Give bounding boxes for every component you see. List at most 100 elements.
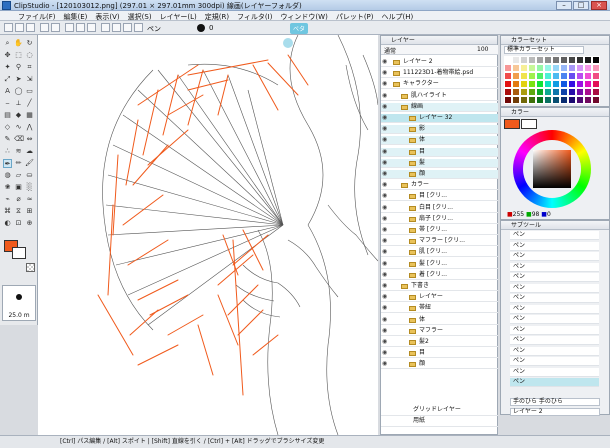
frame-icon[interactable]: ▭ xyxy=(25,87,34,96)
spray-icon[interactable]: ∴ xyxy=(3,147,12,156)
object-icon[interactable]: ➤ xyxy=(14,75,23,84)
color-swatch[interactable] xyxy=(568,80,576,88)
visibility-eye-icon[interactable]: ◉ xyxy=(382,361,389,367)
brush-size-preview[interactable]: 25.0 m xyxy=(2,285,36,321)
vector-eraser-icon[interactable]: ⌫ xyxy=(14,135,24,144)
balloon-icon[interactable]: ◯ xyxy=(14,87,23,96)
subtool-item[interactable]: ペン xyxy=(510,241,599,251)
layer-row[interactable]: ◉ 髪2 xyxy=(381,338,498,347)
view-icon[interactable]: ◐ xyxy=(3,219,12,228)
color-swatch[interactable] xyxy=(552,80,560,88)
color-swatch[interactable] xyxy=(536,80,544,88)
color-swatch[interactable] xyxy=(528,88,536,96)
layer-row[interactable]: ◉ 肌ハイライト xyxy=(381,92,498,101)
visibility-eye-icon[interactable]: ◉ xyxy=(382,70,389,76)
visibility-eye-icon[interactable]: ◉ xyxy=(382,81,389,87)
visibility-eye-icon[interactable]: ◉ xyxy=(382,171,389,177)
color-swatch[interactable] xyxy=(592,88,600,96)
visibility-eye-icon[interactable]: ◉ xyxy=(382,327,389,334)
visibility-eye-icon[interactable]: ◉ xyxy=(382,350,389,356)
eyedropper-icon[interactable]: ⚲ xyxy=(14,63,23,72)
guide-icon[interactable]: ⊞ xyxy=(25,207,34,216)
menu-help[interactable]: ヘルプ(H) xyxy=(378,11,418,21)
menu-select[interactable]: 選択(S) xyxy=(124,11,156,21)
rotate-icon[interactable] xyxy=(123,23,132,32)
hand-icon[interactable]: ✋ xyxy=(14,39,23,48)
color-swatch[interactable] xyxy=(560,80,568,88)
decoration-icon[interactable]: ❀ xyxy=(3,183,12,192)
color-swatch[interactable] xyxy=(504,56,512,64)
visibility-eye-icon[interactable]: ◉ xyxy=(382,227,389,233)
move-icon[interactable]: ✥ xyxy=(3,51,12,60)
ruler-icon[interactable]: ⎯ xyxy=(3,99,12,108)
opacity-value[interactable]: 100 xyxy=(477,46,488,53)
color-swatch[interactable] xyxy=(584,64,592,72)
crop-icon[interactable]: ⌗ xyxy=(25,63,34,72)
correct-icon[interactable]: ✎ xyxy=(3,135,12,144)
polyline-icon[interactable]: ⋀ xyxy=(25,123,34,132)
color-swatch[interactable] xyxy=(536,96,544,104)
layer-row[interactable]: ◉ 下書き xyxy=(381,282,498,291)
color-swatch[interactable] xyxy=(528,96,536,104)
bucket-icon[interactable]: ⛀ xyxy=(25,171,34,180)
mesh-icon[interactable]: ⌘ xyxy=(3,207,12,216)
color-swatch[interactable] xyxy=(504,96,512,104)
sub-color-swatch[interactable] xyxy=(12,247,26,259)
liquify-icon[interactable]: ≈ xyxy=(25,195,34,204)
color-swatch[interactable] xyxy=(568,56,576,64)
select-icon[interactable]: ⬚ xyxy=(14,51,23,60)
color-swatch[interactable] xyxy=(520,72,528,80)
layer-row[interactable]: ◉ 扇子 [クリ... xyxy=(381,215,498,224)
zoom-in-icon[interactable] xyxy=(101,23,110,32)
pen-icon[interactable]: ✒ xyxy=(3,159,12,168)
current-color-swatch[interactable] xyxy=(504,119,520,129)
grid-layer-row[interactable]: グリッドレイヤー xyxy=(381,406,498,416)
menu-window[interactable]: ウィンドウ(W) xyxy=(276,11,331,21)
visibility-eye-icon[interactable]: ◉ xyxy=(382,238,389,244)
color-swatch[interactable] xyxy=(544,64,552,72)
subtool-item[interactable]: ペン xyxy=(510,304,599,314)
color-swatch[interactable] xyxy=(576,64,584,72)
curve-icon[interactable]: ∿ xyxy=(14,123,23,132)
gradient-icon[interactable]: ▤ xyxy=(3,111,12,120)
maximize-button[interactable]: □ xyxy=(573,1,589,10)
color-swatch[interactable] xyxy=(592,80,600,88)
color-swatch[interactable] xyxy=(584,88,592,96)
color-swatch[interactable] xyxy=(536,72,544,80)
color-swatch[interactable] xyxy=(536,56,544,64)
selection-pen-icon[interactable]: ⌁ xyxy=(3,195,12,204)
color-swatch[interactable] xyxy=(552,96,560,104)
visibility-eye-icon[interactable]: ◉ xyxy=(382,305,389,311)
hue-ring[interactable] xyxy=(513,130,591,208)
menu-edit[interactable]: 編集(E) xyxy=(60,11,92,21)
drawing-canvas[interactable] xyxy=(38,35,378,435)
color-swatch[interactable] xyxy=(576,96,584,104)
zoom-out-icon[interactable] xyxy=(112,23,121,32)
color-swatch[interactable] xyxy=(520,56,528,64)
color-swatch[interactable] xyxy=(568,96,576,104)
subtool-item[interactable]: ペン xyxy=(510,357,599,366)
visibility-eye-icon[interactable]: ◉ xyxy=(382,137,389,143)
color-swatch[interactable] xyxy=(568,64,576,72)
color-swatch[interactable] xyxy=(528,80,536,88)
color-swatch[interactable] xyxy=(528,72,536,80)
color-swatch[interactable] xyxy=(544,80,552,88)
layer-row[interactable]: ◉ 帯紐 xyxy=(381,304,498,314)
visibility-eye-icon[interactable]: ◉ xyxy=(382,271,389,278)
tone-icon[interactable]: ░ xyxy=(25,183,34,192)
color-swatch[interactable] xyxy=(536,64,544,72)
menu-filter[interactable]: フィルタ(I) xyxy=(233,11,276,21)
undo-icon[interactable] xyxy=(40,23,49,32)
fill-icon[interactable]: ◆ xyxy=(14,111,23,120)
layer-row[interactable]: ◉ 目 xyxy=(381,349,498,359)
layer-row[interactable]: ◉ 影 xyxy=(381,125,498,135)
color-swatch[interactable] xyxy=(576,80,584,88)
airbrush-icon[interactable]: ◍ xyxy=(3,171,12,180)
layer-row[interactable]: ◉ 顔 xyxy=(381,360,498,370)
layer-row[interactable]: ◉ 髪 xyxy=(381,158,498,168)
subtool-item[interactable]: ペン xyxy=(510,378,599,387)
eraser-icon[interactable]: ▱ xyxy=(14,171,23,180)
visibility-eye-icon[interactable]: ◉ xyxy=(382,339,389,345)
color-swatch[interactable] xyxy=(520,64,528,72)
color-swatch[interactable] xyxy=(584,56,592,64)
